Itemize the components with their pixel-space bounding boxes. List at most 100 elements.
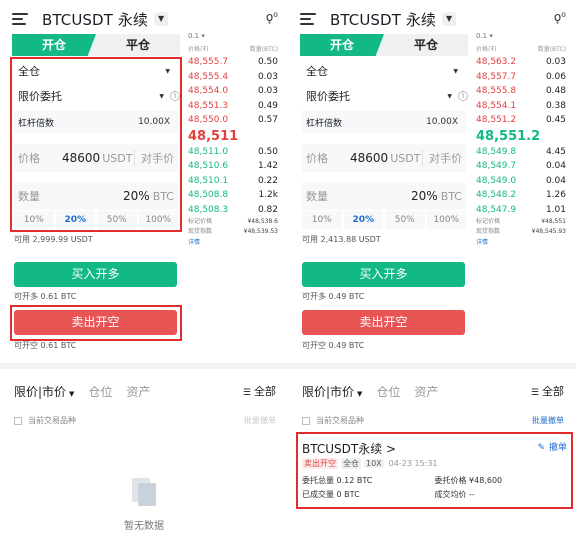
percent-50[interactable]: 50% xyxy=(385,211,425,229)
tab-positions[interactable]: 仓位 xyxy=(376,383,400,400)
order-type-select[interactable]: 限价委托 ▼ i xyxy=(14,84,180,108)
bid-price: 48,549.7 xyxy=(476,161,517,171)
all-filter[interactable]: ☰ 全部 xyxy=(531,383,564,399)
tab-close[interactable]: 平仓 xyxy=(96,34,180,56)
counterparty-price-button[interactable]: 对手价 xyxy=(422,150,462,166)
precision-select[interactable]: 0.1 ▾ xyxy=(476,32,566,44)
margin-mode-select[interactable]: 全仓 ▼ xyxy=(302,60,466,82)
ask-price: 48,563.2 xyxy=(476,57,517,67)
cancel-order-button[interactable]: ✎ 撤单 xyxy=(537,440,567,453)
ask-qty: 0.38 xyxy=(545,100,566,111)
bid-row[interactable]: 48,511.0 0.50 xyxy=(188,145,278,160)
menu-icon[interactable] xyxy=(12,13,28,25)
bid-row[interactable]: 48,547.9 1.01 xyxy=(476,203,566,218)
bid-row[interactable]: 48,510.6 1.42 xyxy=(188,159,278,174)
sell-available: 可开空 0.61 BTC xyxy=(14,341,77,350)
tab-limit-market[interactable]: 限价|市价 ▼ xyxy=(302,383,362,400)
ask-row[interactable]: 48,555.7 0.50 xyxy=(188,55,278,70)
available-balance: 可用 2,413.88 USDT xyxy=(302,235,381,244)
ask-row[interactable]: 48,555.4 0.03 xyxy=(188,70,278,85)
info-icon[interactable]: i xyxy=(458,91,468,101)
percent-20[interactable]: 20% xyxy=(55,211,95,229)
tab-open[interactable]: 开仓 xyxy=(300,34,384,56)
chart-settings-icon[interactable]: ǫ⁰ xyxy=(554,10,566,24)
menu-icon[interactable] xyxy=(300,13,316,25)
ask-price: 48,551.3 xyxy=(188,100,229,111)
leverage-badge: 10X xyxy=(364,458,384,468)
bid-row[interactable]: 48,549.0 0.04 xyxy=(476,174,566,189)
ask-row[interactable]: 48,551.3 0.49 xyxy=(188,99,278,114)
ask-row[interactable]: 48,557.7 0.06 xyxy=(476,70,566,85)
all-filter[interactable]: ☰ 全部 xyxy=(243,383,276,399)
bid-qty: 0.04 xyxy=(545,175,566,186)
bid-qty: 0.04 xyxy=(545,161,566,171)
tab-assets[interactable]: 资产 xyxy=(126,383,150,400)
mark-price-row: 标记价格 ¥48,538.6 xyxy=(188,217,278,227)
ask-row[interactable]: 48,550.0 0.57 xyxy=(188,113,278,128)
tab-limit-market[interactable]: 限价|市价 ▼ xyxy=(14,383,74,400)
percent-100[interactable]: 100% xyxy=(138,211,178,229)
ask-qty: 0.45 xyxy=(545,115,566,125)
order-pair-title[interactable]: BTCUSDT永续 > xyxy=(302,440,567,456)
bid-qty: 0.50 xyxy=(257,146,278,157)
pair-title[interactable]: BTCUSDT 永续 xyxy=(42,9,148,30)
bid-qty: 1.42 xyxy=(257,161,278,171)
pair-title[interactable]: BTCUSDT 永续 xyxy=(330,9,436,30)
bid-row[interactable]: 48,549.8 4.45 xyxy=(476,145,566,160)
edit-icon[interactable]: ✎ xyxy=(537,443,545,453)
bid-row[interactable]: 48,508.3 0.82 xyxy=(188,203,278,218)
percent-100[interactable]: 100% xyxy=(426,211,466,229)
ask-row[interactable]: 48,551.2 0.45 xyxy=(476,113,566,128)
bid-price: 48,510.1 xyxy=(188,175,229,186)
quantity-input[interactable]: 数量 20% BTC xyxy=(302,182,466,210)
percent-10[interactable]: 10% xyxy=(14,211,54,229)
leverage-field[interactable]: 杠杆倍数 10.00X xyxy=(302,111,466,133)
ask-row[interactable]: 48,563.2 0.03 xyxy=(476,55,566,70)
detail-link[interactable]: 详情 xyxy=(188,237,278,247)
chart-settings-icon[interactable]: ǫ⁰ xyxy=(266,10,278,24)
buy-long-button[interactable]: 买入开多 xyxy=(14,262,177,287)
info-icon[interactable]: i xyxy=(170,91,180,101)
tab-positions[interactable]: 仓位 xyxy=(88,383,112,400)
current-pair-label: 当前交易品种 xyxy=(28,416,76,425)
bid-row[interactable]: 48,549.7 0.04 xyxy=(476,159,566,174)
order-form: 全仓 ▼ 限价委托 ▼ i 杠杆倍数 10.00X 价格 48600 USDT … xyxy=(302,60,468,229)
counterparty-price-button[interactable]: 对手价 xyxy=(134,150,174,166)
tab-limit-market-label: 限价|市价 xyxy=(14,384,67,399)
quantity-input[interactable]: 数量 20% BTC xyxy=(14,182,178,210)
chevron-down-icon[interactable]: ▼ xyxy=(154,12,169,26)
percent-20[interactable]: 20% xyxy=(343,211,383,229)
price-input[interactable]: 价格 48600 USDT 对手价 xyxy=(302,144,466,172)
tab-assets[interactable]: 资产 xyxy=(414,383,438,400)
current-pair-checkbox[interactable] xyxy=(14,416,22,425)
filter-row: 当前交易品种 批量撤单 xyxy=(302,415,564,426)
margin-mode-select[interactable]: 全仓 ▼ xyxy=(14,60,178,82)
bid-row[interactable]: 48,548.2 1.26 xyxy=(476,188,566,203)
ask-price: 48,554.0 xyxy=(188,86,229,96)
chevron-down-icon[interactable]: ▼ xyxy=(442,12,457,26)
bulk-cancel-button[interactable]: 批量撤单 xyxy=(532,415,564,426)
order-avg-price: 成交均价 -- xyxy=(434,490,475,499)
sell-short-button[interactable]: 卖出开空 xyxy=(302,310,465,335)
price-value: 48600 xyxy=(62,151,101,165)
bid-row[interactable]: 48,508.8 1.2k xyxy=(188,188,278,203)
precision-select[interactable]: 0.1 ▾ xyxy=(188,32,278,44)
ask-row[interactable]: 48,554.1 0.38 xyxy=(476,99,566,114)
sell-short-button[interactable]: 卖出开空 xyxy=(14,310,177,335)
bid-row[interactable]: 48,510.1 0.22 xyxy=(188,174,278,189)
bulk-cancel-button[interactable]: 批量撤单 xyxy=(244,415,276,426)
detail-link[interactable]: 详情 xyxy=(476,237,566,247)
current-pair-checkbox[interactable] xyxy=(302,416,310,425)
order-type-select[interactable]: 限价委托 ▼ i xyxy=(302,84,468,108)
percent-50[interactable]: 50% xyxy=(97,211,137,229)
leverage-field[interactable]: 杠杆倍数 10.00X xyxy=(14,111,178,133)
percent-10[interactable]: 10% xyxy=(302,211,342,229)
empty-state-text: 暂无数据 xyxy=(124,521,164,532)
ask-row[interactable]: 48,554.0 0.03 xyxy=(188,84,278,99)
tab-close[interactable]: 平仓 xyxy=(384,34,468,56)
open-order-card: BTCUSDT永续 > ✎ 撤单 卖出开空 全仓 10X 04-23 15:31 … xyxy=(302,440,567,500)
buy-long-button[interactable]: 买入开多 xyxy=(302,262,465,287)
tab-open[interactable]: 开仓 xyxy=(12,34,96,56)
ask-row[interactable]: 48,555.8 0.48 xyxy=(476,84,566,99)
price-input[interactable]: 价格 48600 USDT 对手价 xyxy=(14,144,178,172)
